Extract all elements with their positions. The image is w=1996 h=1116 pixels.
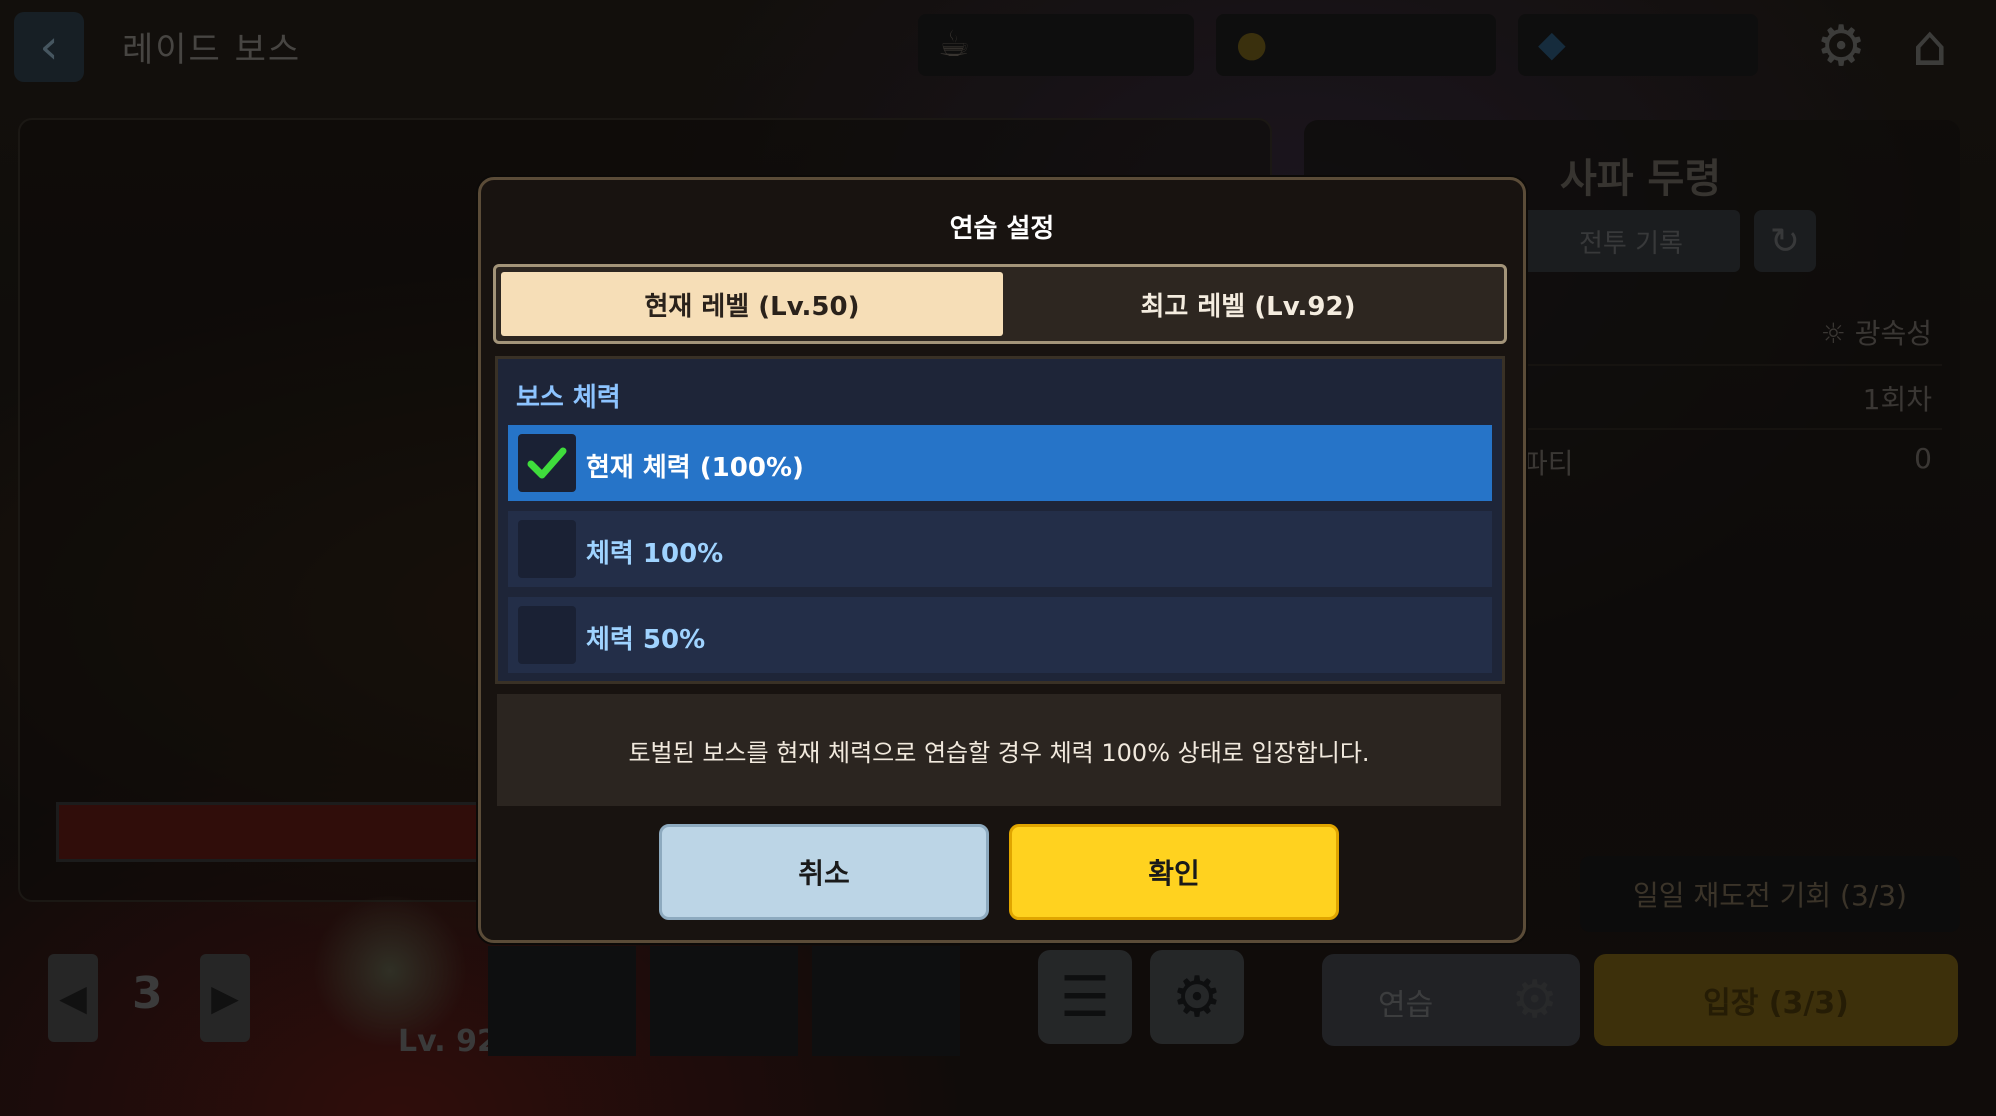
option-label: 체력 50% xyxy=(586,625,706,655)
option-current-hp[interactable]: 현재 체력 (100%) xyxy=(508,425,1492,501)
option-label: 체력 100% xyxy=(586,539,724,569)
cancel-button[interactable]: 취소 xyxy=(659,824,989,920)
tab-max-level[interactable]: 최고 레벨 (Lv.92) xyxy=(997,272,1499,336)
tab-current-level[interactable]: 현재 레벨 (Lv.50) xyxy=(501,272,1003,336)
dialog-title: 연습 설정 xyxy=(949,214,1055,244)
info-note: 토벌된 보스를 현재 체력으로 연습할 경우 체력 100% 상태로 입장합니다… xyxy=(497,694,1501,806)
practice-settings-dialog: 연습 설정 현재 레벨 (Lv.50) 최고 레벨 (Lv.92) 보스 체력 … xyxy=(478,177,1526,943)
option-label: 현재 체력 (100%) xyxy=(586,453,804,483)
level-tab-bar: 현재 레벨 (Lv.50) 최고 레벨 (Lv.92) xyxy=(493,264,1507,344)
checkbox[interactable] xyxy=(518,520,576,578)
checkbox[interactable] xyxy=(518,434,576,492)
option-hp-100[interactable]: 체력 100% xyxy=(508,511,1492,587)
option-hp-50[interactable]: 체력 50% xyxy=(508,597,1492,673)
checkbox[interactable] xyxy=(518,606,576,664)
checkmark-icon xyxy=(527,447,567,479)
confirm-button[interactable]: 확인 xyxy=(1009,824,1339,920)
section-title: 보스 체력 xyxy=(516,383,621,413)
boss-hp-section: 보스 체력 현재 체력 (100%) 체력 100% 체력 50% xyxy=(495,356,1505,684)
